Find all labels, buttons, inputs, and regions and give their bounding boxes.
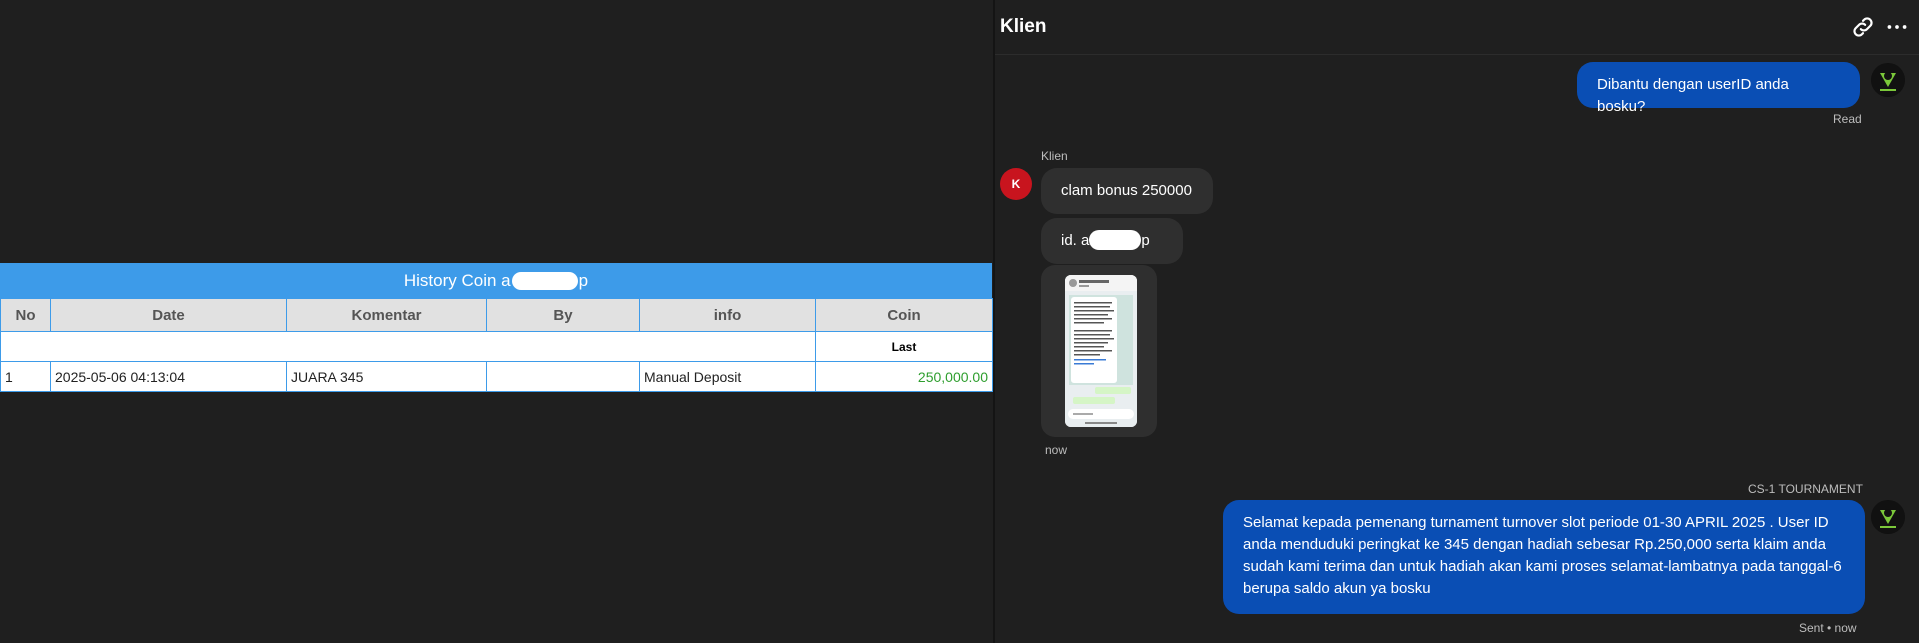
message-text: Selamat kepada pemenang turnament turnov… [1243,514,1842,597]
message-time: now [1045,443,1068,457]
cell-no: 1 [0,361,51,392]
history-coin-table: No Date Komentar By info Coin Last 1 202… [0,298,993,392]
column-header-info: info [639,298,816,332]
message-bubble-incoming[interactable]: clam bonus 250000 [1041,168,1213,214]
agent-avatar [1871,63,1905,97]
sender-name: CS-1 TOURNAMENT [1748,482,1863,496]
column-header-by: By [486,298,640,332]
history-title-prefix: History Coin a [403,271,511,290]
message-text: clam bonus 250000 [1061,182,1192,199]
column-header-no: No [0,298,51,332]
table-row: 1 2025-05-06 04:13:04 JUARA 345 Manual D… [0,361,993,392]
message-bubble-incoming[interactable]: id. a p [1041,218,1183,264]
chat-title: Klien [1000,16,1047,37]
chat-panel: Klien Dibantu dengan userID anda bosku? … [995,0,1919,643]
message-status: Read [1833,112,1862,126]
more-options-icon[interactable] [1884,14,1910,40]
column-header-komentar: Komentar [286,298,487,332]
history-coin-table-container: History Coin a p No Date Komentar By info… [0,263,993,392]
cell-by [486,361,640,392]
message-status: Sent • now [1799,621,1857,635]
client-avatar: K [1000,168,1032,200]
history-panel: History Coin a p No Date Komentar By info… [0,0,993,643]
cell-coin: 250,000.00 [815,361,993,392]
message-text-suffix: p [1141,232,1150,249]
cell-info: Manual Deposit [639,361,816,392]
screenshot-thumbnail[interactable] [1065,275,1137,427]
message-bubble-outgoing[interactable]: Selamat kepada pemenang turnament turnov… [1223,500,1865,614]
redaction-mark [511,271,578,290]
link-icon[interactable] [1850,14,1876,40]
message-image-bubble[interactable] [1041,265,1157,437]
history-title-suffix: p [578,271,589,290]
agent-avatar [1871,500,1905,534]
column-header-date: Date [50,298,287,332]
table-header-row: No Date Komentar By info Coin [0,298,993,332]
chat-header: Klien [995,0,1919,55]
cell-komentar: JUARA 345 [286,361,487,392]
message-text: Dibantu dengan userID anda bosku? [1597,76,1789,115]
subheader-empty-cell [0,331,816,362]
redaction-mark [1089,230,1142,251]
cell-date: 2025-05-06 04:13:04 [50,361,287,392]
column-header-coin: Coin [815,298,993,332]
message-bubble-outgoing[interactable]: Dibantu dengan userID anda bosku? [1577,62,1860,115]
sender-name: Klien [1041,149,1068,163]
message-text-prefix: id. a [1061,232,1090,249]
table-subheader-row: Last [0,331,993,362]
history-title: History Coin a p [0,263,992,298]
subheader-last: Last [815,331,993,362]
